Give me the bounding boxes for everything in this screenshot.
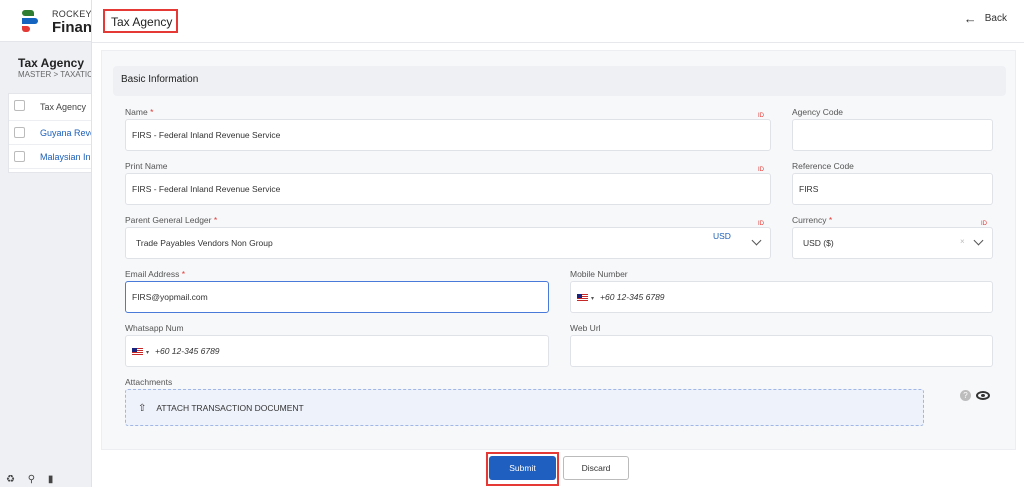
discard-button[interactable]: Discard — [563, 456, 629, 480]
whatsapp-field[interactable]: ▾ +60 12-345 6789 — [125, 335, 549, 367]
row-link[interactable]: Malaysian Inl — [40, 152, 93, 162]
mobile-value: +60 12-345 6789 — [600, 292, 665, 302]
form-footer: Submit Discard — [92, 450, 1024, 487]
breadcrumb: MASTER > TAXATIC — [18, 70, 93, 79]
select-all-checkbox[interactable] — [14, 100, 25, 111]
drawer-title: Tax Agency — [103, 9, 178, 33]
agency-code-field[interactable] — [792, 119, 993, 151]
row-checkbox[interactable] — [14, 151, 25, 162]
malaysia-flag-icon[interactable] — [577, 294, 588, 302]
reference-code-label: Reference Code — [792, 161, 854, 171]
parent-gl-select[interactable]: Trade Payables Vendors Non Group — [125, 227, 771, 259]
page-title: Tax Agency — [18, 56, 85, 70]
back-button[interactable]: ← Back — [963, 10, 1007, 26]
web-url-label: Web Url — [570, 323, 601, 333]
bottom-toolbar: ♻ ⚲ ▮ — [6, 474, 63, 485]
help-icon[interactable]: ? — [960, 390, 971, 401]
table-header-row: Tax Agency — [9, 94, 99, 121]
print-name-field[interactable]: FIRS - Federal Inland Revenue Service — [125, 173, 771, 205]
column-header-tax-agency[interactable]: Tax Agency — [40, 102, 86, 112]
mobile-field[interactable]: ▾ +60 12-345 6789 — [570, 281, 993, 313]
mobile-label: Mobile Number — [570, 269, 628, 279]
reference-code-field[interactable]: FIRS — [792, 173, 993, 205]
name-field[interactable]: FIRS - Federal Inland Revenue Service — [125, 119, 771, 151]
agency-code-label: Agency Code — [792, 107, 844, 117]
currency-value: USD ($) — [803, 238, 834, 248]
clear-icon[interactable]: × — [960, 237, 965, 246]
name-label: Name * — [125, 107, 154, 117]
recycle-icon[interactable]: ♻ — [6, 474, 15, 485]
email-field[interactable]: FIRS@yopmail.com — [125, 281, 549, 313]
email-label: Email Address * — [125, 269, 186, 279]
link-icon[interactable]: ⚲ — [28, 474, 35, 485]
eye-icon[interactable] — [976, 391, 990, 400]
currency-label: Currency * — [792, 215, 833, 225]
attach-label: ATTACH TRANSACTION DOCUMENT — [156, 403, 304, 413]
submit-button[interactable]: Submit — [489, 456, 556, 480]
whatsapp-value: +60 12-345 6789 — [155, 346, 220, 356]
malaysia-flag-icon[interactable] — [132, 348, 143, 356]
whatsapp-label: Whatsapp Num — [125, 323, 184, 333]
table-row[interactable]: Malaysian Inl — [9, 145, 99, 169]
caret-down-icon[interactable]: ▾ — [591, 296, 594, 302]
tax-agency-table: Tax Agency Guyana Reve Malaysian Inl — [8, 93, 99, 173]
row-checkbox[interactable] — [14, 127, 25, 138]
caret-down-icon[interactable]: ▾ — [146, 350, 149, 356]
print-name-label: Print Name — [125, 161, 168, 171]
bookmark-icon[interactable]: ▮ — [48, 474, 54, 485]
app-logo-icon — [20, 10, 42, 32]
usd-tag: USD — [713, 231, 731, 241]
parent-gl-label: Parent General Ledger * — [125, 215, 218, 225]
section-title: Basic Information — [113, 66, 1006, 96]
web-url-field[interactable] — [570, 335, 993, 367]
attach-document-button[interactable]: ⇧ ATTACH TRANSACTION DOCUMENT — [125, 389, 924, 426]
tax-agency-drawer: Tax Agency ← Back Basic Information Name… — [91, 0, 1024, 487]
drawer-header: Tax Agency ← Back — [92, 0, 1024, 43]
attachments-label: Attachments — [125, 377, 173, 387]
table-row[interactable]: Guyana Reve — [9, 121, 99, 145]
parent-gl-value: Trade Payables Vendors Non Group — [136, 238, 273, 248]
upload-icon: ⇧ — [138, 403, 147, 414]
back-label: Back — [984, 13, 1007, 24]
arrow-left-icon: ← — [963, 10, 977, 26]
row-link[interactable]: Guyana Reve — [40, 128, 95, 138]
